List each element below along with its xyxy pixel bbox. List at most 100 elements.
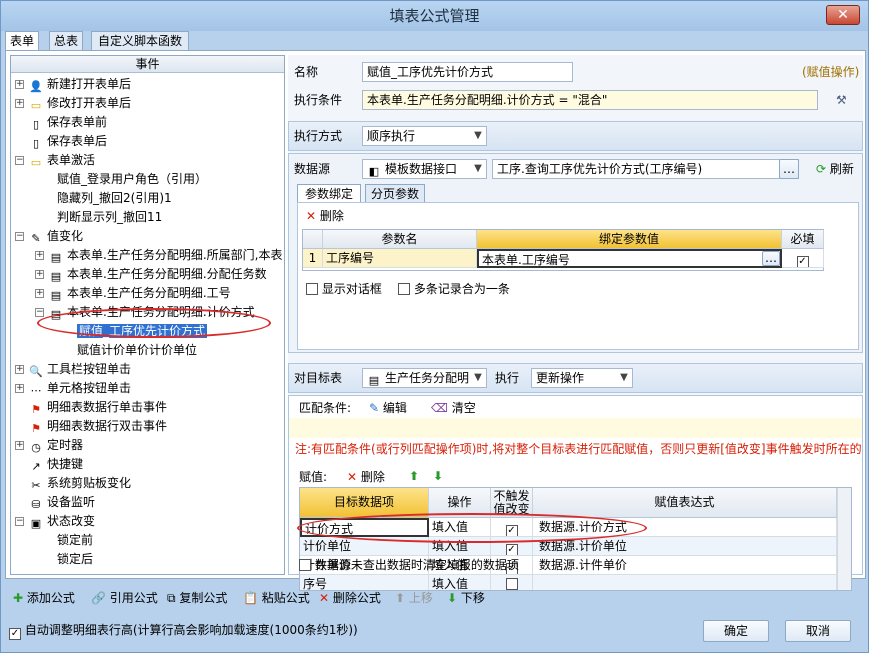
- vertical-scrollbar[interactable]: [837, 488, 851, 590]
- no-trigger-checkbox[interactable]: [491, 575, 533, 590]
- row-num-header: [303, 230, 323, 249]
- tree-leaf[interactable]: 锁定后: [57, 550, 93, 569]
- tree-node-vc3[interactable]: + ▤ 本表单.生产任务分配明细.工号: [35, 284, 231, 303]
- copy-formula-button[interactable]: ⧉ 复制公式: [167, 589, 227, 607]
- tab-param-bind[interactable]: 参数绑定: [297, 184, 361, 202]
- move-down-arrow-icon[interactable]: ⬇: [433, 467, 443, 485]
- ref-formula-button[interactable]: 🔗 引用公式: [91, 589, 158, 607]
- tree-node-vc1[interactable]: + ▤ 本表单.生产任务分配明细.所属部门,本表: [35, 246, 282, 265]
- target-select[interactable]: ▤ 生产任务分配明 ▼: [362, 368, 487, 388]
- tree-node-toolbar-click[interactable]: + 🔍 工具栏按钮单击: [15, 360, 131, 379]
- operation-type: (赋值操作): [802, 65, 860, 79]
- datasource-section: 数据源 ◧ 模板数据接口 ▼ 工序.查询工序优先计价方式(工序编号) … ⟳ 刷新 …: [288, 153, 863, 353]
- tree-node-edit-open[interactable]: + ▭ 修改打开表单后: [15, 94, 131, 113]
- param-name-cell[interactable]: 工序编号: [323, 249, 477, 268]
- tree-node-row-dblclick[interactable]: ⚑ 明细表数据行双击事件: [15, 417, 167, 436]
- exec-label: 执行方式: [294, 129, 343, 143]
- tree-node-state-change[interactable]: − ▣ 状态改变: [15, 512, 95, 531]
- tree-leaf[interactable]: 隐藏列_撤回2(引用)1: [57, 189, 172, 208]
- assign-label: 赋值:: [299, 470, 328, 484]
- table-icon: ▤: [50, 251, 62, 264]
- assign-expr-cell[interactable]: [533, 575, 837, 590]
- param-delete-button[interactable]: ✕ 删除: [306, 207, 344, 225]
- expand-icon[interactable]: +: [35, 289, 44, 298]
- match-area[interactable]: [289, 418, 862, 438]
- param-value-cell[interactable]: 本表单.工序编号…: [477, 249, 782, 268]
- exec2-label: 执行: [495, 371, 520, 385]
- tree-node-vc2[interactable]: + ▤ 本表单.生产任务分配明细.分配任务数: [35, 265, 267, 284]
- name-input[interactable]: 赋值_工序优先计价方式: [362, 62, 573, 82]
- move-down-button[interactable]: ⬇ 下移: [447, 589, 485, 607]
- cancel-button[interactable]: 取消: [785, 620, 851, 642]
- exec-select[interactable]: 顺序执行 ▼: [362, 126, 487, 146]
- condition-input[interactable]: 本表单.生产任务分配明细.计价方式 = "混合": [362, 90, 818, 110]
- expand-icon[interactable]: +: [15, 99, 24, 108]
- user-icon: 👤: [29, 80, 43, 93]
- tree-node-device[interactable]: ⛁ 设备监听: [15, 493, 95, 512]
- paste-formula-button[interactable]: 📋 粘贴公式: [243, 589, 310, 607]
- edit-button[interactable]: ✎ 编辑: [369, 399, 407, 417]
- refresh-button[interactable]: ⟳ 刷新: [816, 160, 854, 178]
- tree-node-cell-click[interactable]: + ⋯ 单元格按钮单击: [15, 379, 131, 398]
- tab-page-params[interactable]: 分页参数: [365, 184, 425, 202]
- merge-rows-checkbox[interactable]: 多条记录合为一条: [398, 280, 510, 298]
- tree-node-before-save[interactable]: ▯ 保存表单前: [15, 113, 107, 132]
- expand-icon[interactable]: +: [35, 270, 44, 279]
- tab-summary[interactable]: 总表: [49, 31, 83, 50]
- tree-leaf[interactable]: 赋值_登录用户角色（引用）: [57, 170, 207, 189]
- datasource-type-select[interactable]: ◧ 模板数据接口 ▼: [362, 159, 487, 179]
- expand-icon[interactable]: +: [15, 441, 24, 450]
- flag-icon: ⚑: [31, 403, 41, 416]
- show-dialog-checkbox[interactable]: 显示对话框: [306, 280, 382, 298]
- datasource-input[interactable]: 工序.查询工序优先计价方式(工序编号): [492, 159, 799, 179]
- expand-icon[interactable]: +: [15, 384, 24, 393]
- scissors-icon: ✂: [31, 479, 41, 492]
- tree-node-new-open[interactable]: + 👤 新建打开表单后: [15, 75, 131, 94]
- browse-button[interactable]: …: [779, 159, 799, 179]
- tree-leaf[interactable]: 锁定前: [57, 531, 93, 550]
- copy-icon: ⧉: [167, 591, 176, 605]
- arrow-down-icon: ⬇: [447, 591, 458, 605]
- assign-delete-button[interactable]: ✕ 删除: [347, 468, 385, 486]
- edit-icon: ✎: [369, 401, 380, 415]
- collapse-icon[interactable]: −: [15, 156, 24, 165]
- param-grid: 参数名 绑定参数值 必填 1 工序编号 本表单.工序编号… ✓: [302, 229, 824, 271]
- delete-formula-button[interactable]: ✕ 删除公式: [319, 589, 381, 607]
- close-button[interactable]: ✕: [826, 5, 860, 25]
- tree-node-after-save[interactable]: ▯ 保存表单后: [15, 132, 107, 151]
- interface-icon: ◧: [368, 165, 380, 178]
- tree-node-row-click[interactable]: ⚑ 明细表数据行单击事件: [15, 398, 167, 417]
- tree-leaf[interactable]: 判断显示列_撤回11: [57, 208, 162, 227]
- wand-icon[interactable]: ⚒: [836, 91, 847, 109]
- collapse-icon[interactable]: −: [15, 517, 24, 526]
- assign-expr-cell[interactable]: 数据源.计件单价: [533, 556, 837, 575]
- collapse-icon[interactable]: −: [35, 308, 44, 317]
- paste-icon: 📋: [243, 591, 258, 605]
- tree-node-timer[interactable]: + ◷ 定时器: [15, 436, 83, 455]
- tab-form[interactable]: 表单: [5, 31, 39, 51]
- required-checkbox[interactable]: ✓: [782, 249, 824, 268]
- expand-icon[interactable]: +: [15, 365, 24, 374]
- move-up-arrow-icon[interactable]: ⬆: [409, 467, 419, 485]
- tab-custom-script[interactable]: 自定义脚本函数: [91, 31, 189, 50]
- exec2-select[interactable]: 更新操作 ▼: [531, 368, 633, 388]
- add-formula-button[interactable]: ✚ 添加公式: [13, 589, 75, 607]
- tree-node-shortcut[interactable]: ↗ 快捷键: [15, 455, 83, 474]
- flag-icon: ⚑: [31, 422, 41, 435]
- tree-node-value-change[interactable]: − ✎ 值变化: [15, 227, 83, 246]
- device-icon: ⛁: [31, 498, 41, 511]
- expand-icon[interactable]: +: [15, 80, 24, 89]
- auto-row-height-checkbox[interactable]: ✓ 自动调整明细表行高(计算行高会影响加载速度(1000条约1秒)): [9, 621, 358, 640]
- tree-node-clipboard[interactable]: ✂ 系统剪贴板变化: [15, 474, 131, 493]
- clear-button[interactable]: ⌫ 清空: [431, 399, 476, 417]
- expand-icon[interactable]: +: [35, 251, 44, 260]
- move-up-button[interactable]: ⬆ 上移: [395, 589, 433, 607]
- ellipsis-icon: ⋯: [30, 384, 42, 397]
- tree-node-activate[interactable]: − ▭ 表单激活: [15, 151, 95, 170]
- collapse-icon[interactable]: −: [15, 232, 24, 241]
- clear-empty-checkbox[interactable]: 数据源未查出数据时清空填报的数据项: [299, 556, 519, 574]
- tree-leaf[interactable]: 赋值计价单价计价单位: [77, 341, 197, 360]
- ok-button[interactable]: 确定: [703, 620, 769, 642]
- param-browse-button[interactable]: …: [762, 251, 780, 266]
- save-icon: ▯: [32, 118, 40, 131]
